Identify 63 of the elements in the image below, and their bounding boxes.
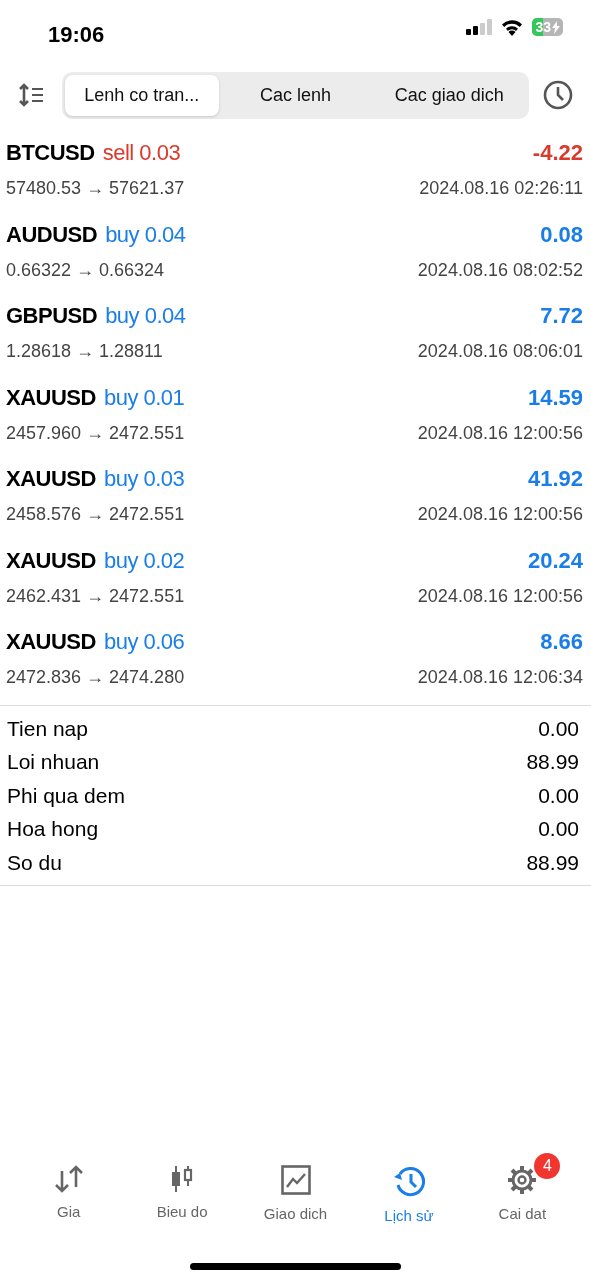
symbol: XAUUSD (6, 383, 96, 412)
price-range: 57480.53 → 57621.37 (6, 177, 185, 200)
tab[interactable]: Lenh co tran... (65, 74, 219, 116)
sort-icon[interactable] (18, 83, 44, 107)
nav-tab[interactable]: Bieu do (125, 1153, 239, 1228)
profit: 41.92 (527, 465, 583, 493)
summary-value: 0.00 (538, 816, 579, 842)
profit: 14.59 (527, 383, 583, 412)
order-type: buy 0.06 (103, 628, 185, 656)
price-range: 2458.576 → 2472.551 (6, 503, 185, 526)
nav-tab[interactable]: Gia (12, 1153, 126, 1228)
trade-time: 2024.08.16 02:26:11 (419, 177, 583, 200)
symbol: XAUUSD (6, 546, 96, 575)
summary-label: Loi nhuan (7, 749, 100, 775)
nav-tab[interactable]: Giao dich (238, 1153, 353, 1230)
wifi-icon (500, 18, 525, 36)
nav-tab[interactable]: Lịch sử (352, 1153, 466, 1232)
price-range: 2457.960 → 2472.551 (6, 421, 185, 445)
summary-label: Phi qua dem (7, 782, 125, 809)
up-down-arrows-icon (53, 1165, 84, 1193)
status-time: 19:06 (48, 21, 105, 49)
order-type: buy 0.04 (105, 220, 186, 249)
trade-time: 2024.08.16 12:00:56 (417, 584, 583, 608)
tab[interactable]: Cac giao dich (372, 74, 526, 116)
summary-label: Hoa hong (7, 816, 99, 842)
trade-time: 2024.08.16 12:00:56 (417, 503, 583, 526)
summary-value: 88.99 (526, 749, 579, 775)
summary-value: 0.00 (538, 715, 579, 742)
symbol: XAUUSD (6, 628, 96, 656)
order-type: buy 0.01 (103, 383, 185, 412)
charging-icon (552, 20, 560, 34)
symbol: GBPUSD (6, 302, 98, 330)
order-type: buy 0.02 (103, 546, 185, 575)
profit: 7.72 (540, 302, 583, 330)
profit: -4.22 (532, 139, 583, 167)
price-range: 0.66322 → 0.66324 (6, 258, 165, 282)
order-type: sell 0.03 (102, 139, 181, 167)
candlestick-icon (170, 1165, 195, 1193)
symbol: BTCUSD (6, 139, 95, 167)
order-type: buy 0.04 (105, 302, 186, 330)
profit: 0.08 (540, 220, 583, 249)
trade-time: 2024.08.16 08:06:01 (417, 340, 583, 363)
line-chart-icon (280, 1165, 311, 1195)
symbol: AUDUSD (6, 220, 98, 249)
symbol: XAUUSD (6, 465, 96, 493)
profit: 20.24 (527, 546, 583, 575)
price-range: 2462.431 → 2472.551 (6, 584, 185, 608)
notification-badge: 4 (534, 1153, 561, 1179)
trade-time: 2024.08.16 12:00:56 (417, 421, 583, 445)
trade-time: 2024.08.16 08:02:52 (417, 258, 583, 282)
summary-label: So du (7, 849, 62, 876)
clock-icon[interactable] (543, 80, 573, 110)
nav-tab[interactable]: Cai dat 4 (465, 1153, 580, 1230)
summary-label: Tien nap (7, 715, 88, 742)
trade-time: 2024.08.16 12:06:34 (417, 666, 583, 689)
tab[interactable]: Cac lenh (218, 74, 373, 116)
price-range: 1.28618 → 1.28811 (6, 340, 163, 363)
profit: 8.66 (540, 628, 583, 656)
summary-value: 0.00 (538, 782, 579, 809)
order-type: buy 0.03 (103, 465, 185, 493)
summary-value: 88.99 (526, 849, 579, 876)
signal-icon (466, 19, 493, 35)
price-range: 2472.836 → 2474.280 (6, 666, 185, 689)
